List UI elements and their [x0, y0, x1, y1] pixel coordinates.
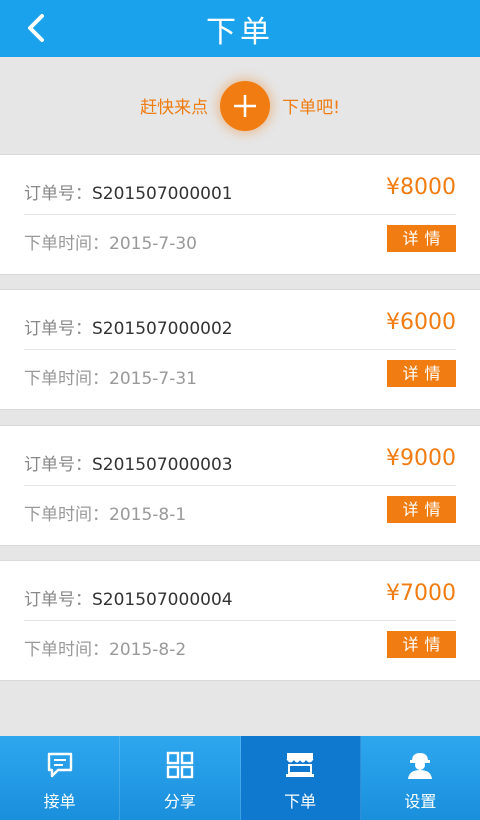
- order-number-label: 订单号：: [24, 319, 92, 339]
- order-time: 下单时间：2015-7-31: [24, 369, 197, 389]
- banner-right-text: 下单吧!: [282, 98, 340, 118]
- order-number-value: S201507000004: [92, 590, 233, 610]
- order-number-label: 订单号：: [24, 590, 92, 610]
- order-price: ¥9000: [386, 446, 456, 471]
- order-card: 订单号：S201507000001 ¥8000 下单时间：2015-7-30 详…: [0, 154, 480, 275]
- order-number-value: S201507000002: [92, 319, 233, 339]
- order-number: 订单号：S201507000001: [24, 179, 233, 204]
- tab-label: 设置: [404, 792, 437, 811]
- back-button[interactable]: [18, 10, 54, 46]
- tab-label: 接单: [43, 792, 76, 811]
- tab-label: 分享: [163, 792, 196, 811]
- order-number: 订单号：S201507000004: [24, 585, 233, 610]
- bottom-tab-bar: 接单 分享 下单 设置: [0, 736, 480, 820]
- order-card: 订单号：S201507000002 ¥6000 下单时间：2015-7-31 详…: [0, 289, 480, 410]
- app-header: 下单: [0, 0, 480, 57]
- add-order-button[interactable]: [220, 80, 271, 131]
- tab-place-order[interactable]: 下单: [240, 736, 361, 820]
- order-time: 下单时间：2015-7-30: [24, 234, 197, 254]
- order-number: 订单号：S201507000003: [24, 450, 233, 475]
- detail-button[interactable]: 详情: [387, 360, 456, 387]
- tab-settings[interactable]: 设置: [361, 736, 480, 820]
- detail-button[interactable]: 详情: [387, 496, 456, 523]
- tab-receive-order[interactable]: 接单: [0, 736, 121, 820]
- order-card: 订单号：S201507000003 ¥9000 下单时间：2015-8-1 详情: [0, 425, 480, 546]
- order-price: ¥7000: [386, 581, 456, 606]
- order-header-row: 订单号：S201507000004 ¥7000: [24, 561, 456, 621]
- order-number: 订单号：S201507000002: [24, 314, 233, 339]
- order-number-value: S201507000003: [92, 455, 233, 475]
- order-card: 订单号：S201507000004 ¥7000 下单时间：2015-8-2 详情: [0, 560, 480, 681]
- tab-share[interactable]: 分享: [120, 736, 241, 820]
- message-icon: [45, 750, 75, 780]
- order-number-label: 订单号：: [24, 184, 92, 204]
- shop-icon: [285, 750, 315, 780]
- order-time: 下单时间：2015-8-1: [24, 505, 187, 525]
- order-number-value: S201507000001: [92, 184, 233, 204]
- order-header-row: 订单号：S201507000002 ¥6000: [24, 290, 456, 350]
- order-time: 下单时间：2015-8-2: [24, 640, 187, 660]
- order-header-row: 订单号：S201507000001 ¥8000: [24, 155, 456, 215]
- plus-icon: [234, 94, 257, 117]
- order-number-label: 订单号：: [24, 455, 92, 475]
- create-order-banner: 赶快来点 下单吧!: [0, 57, 480, 154]
- detail-button[interactable]: 详情: [387, 631, 456, 658]
- detail-button[interactable]: 详情: [387, 225, 456, 252]
- page-title: 下单: [206, 14, 274, 50]
- order-header-row: 订单号：S201507000003 ¥9000: [24, 426, 456, 486]
- tab-label: 下单: [284, 792, 317, 811]
- user-helmet-icon: [405, 750, 435, 780]
- order-price: ¥8000: [386, 175, 456, 200]
- order-price: ¥6000: [386, 310, 456, 335]
- grid-icon: [165, 750, 195, 780]
- chevron-left-icon: [28, 14, 44, 42]
- banner-left-text: 赶快来点: [140, 98, 209, 118]
